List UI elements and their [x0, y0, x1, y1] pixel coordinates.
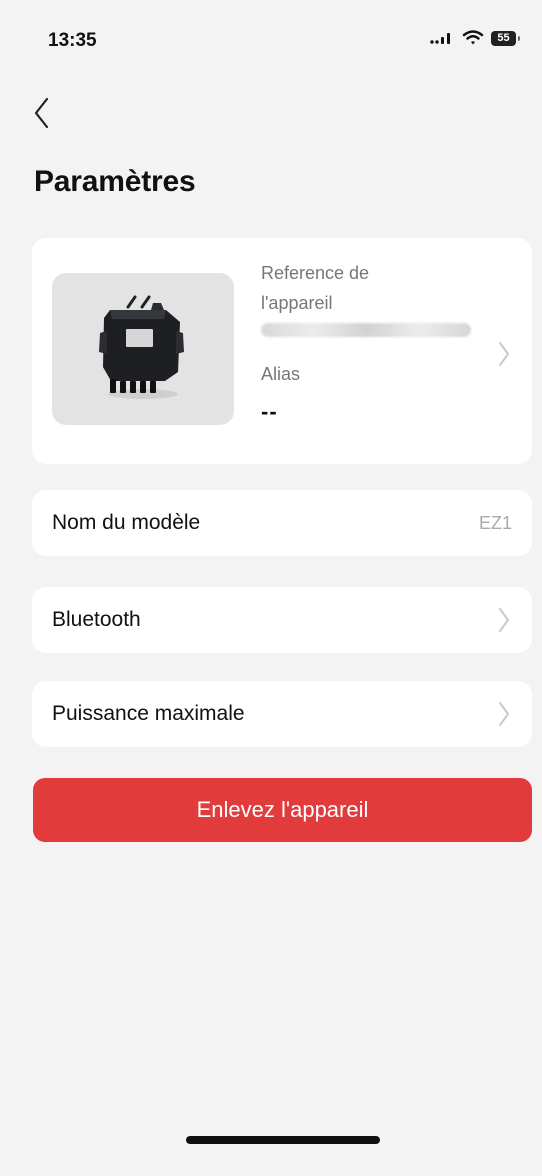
status-icons: 55 — [429, 30, 520, 46]
page-title: Paramètres — [34, 165, 196, 198]
max-power-label: Puissance maximale — [52, 702, 245, 725]
device-reference-label: Reference de l'appareil — [261, 263, 370, 313]
alias-label: Alias — [261, 364, 301, 384]
device-meta: Reference de l'appareil Alias -- — [261, 258, 481, 425]
device-reference-value — [261, 323, 471, 337]
model-name-row: Nom du modèle EZ1 — [32, 490, 532, 556]
battery-icon: 55 — [491, 30, 520, 46]
wifi-icon — [462, 30, 484, 45]
cellular-signal-icon — [430, 33, 450, 44]
chevron-right-icon — [499, 608, 509, 632]
home-indicator — [186, 1136, 380, 1144]
model-name-label: Nom du modèle — [52, 511, 201, 534]
model-name-value: EZ1 — [478, 512, 512, 533]
bluetooth-label: Bluetooth — [52, 608, 141, 631]
device-image — [52, 273, 234, 425]
chevron-right-icon — [499, 702, 509, 726]
status-bar: 13:35 55 — [0, 0, 542, 80]
max-power-row[interactable]: Puissance maximale — [32, 681, 532, 747]
back-button[interactable] — [30, 95, 66, 135]
chevron-right-icon — [499, 342, 509, 366]
bluetooth-row[interactable]: Bluetooth — [32, 587, 532, 653]
chevron-left-icon — [34, 97, 49, 129]
remove-device-button[interactable]: Enlevez l'appareil — [33, 778, 532, 842]
device-card[interactable]: Reference de l'appareil Alias -- — [32, 238, 532, 464]
microinverter-device-icon — [99, 295, 184, 399]
alias-value: -- — [261, 399, 278, 424]
status-time: 13:35 — [48, 30, 97, 51]
